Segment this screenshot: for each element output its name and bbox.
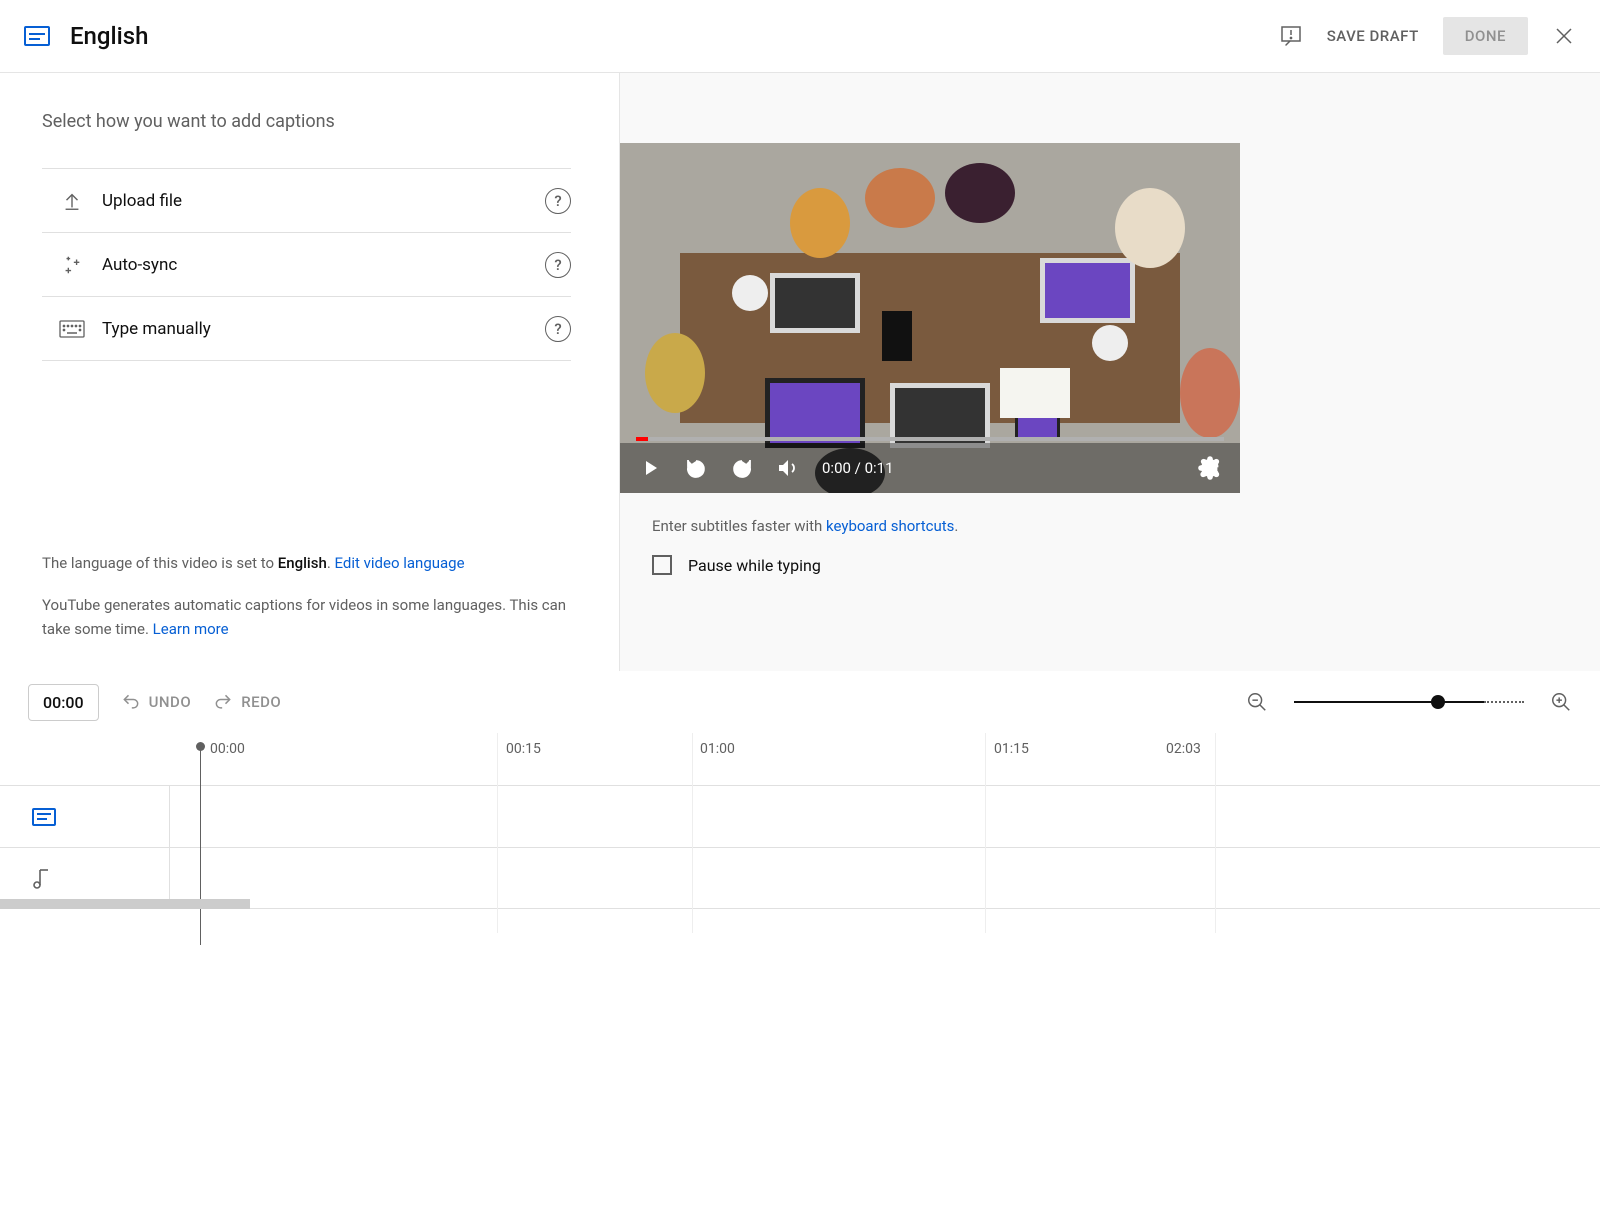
keyboard-shortcuts-link[interactable]: keyboard shortcuts <box>826 517 954 535</box>
header-left: English <box>24 22 148 50</box>
captions-track[interactable] <box>0 785 1600 847</box>
video-controls: 10 10 0:00 / 0:11 <box>620 443 1240 493</box>
captions-icon <box>24 26 50 46</box>
play-icon[interactable] <box>638 456 662 480</box>
volume-icon[interactable] <box>776 456 800 480</box>
help-icon[interactable]: ? <box>545 252 571 278</box>
zoom-controls <box>1246 691 1572 713</box>
pause-label: Pause while typing <box>688 556 821 575</box>
language-info: The language of this video is set to Eng… <box>42 551 571 671</box>
rewind-10-icon[interactable]: 10 <box>684 456 708 480</box>
option-auto-sync[interactable]: Auto-sync ? <box>42 233 571 297</box>
header: English SAVE DRAFT DONE <box>0 0 1600 73</box>
timeline-toolbar: 00:00 UNDO REDO <box>0 671 1600 733</box>
forward-10-icon[interactable]: 10 <box>730 456 754 480</box>
current-time-input[interactable]: 00:00 <box>28 684 99 721</box>
keyboard-icon <box>42 320 102 338</box>
learn-more-link[interactable]: Learn more <box>153 620 229 638</box>
option-label: Type manually <box>102 319 545 339</box>
lang-name: English <box>278 554 327 572</box>
option-type-manually[interactable]: Type manually ? <box>42 297 571 361</box>
page-title: English <box>70 22 148 50</box>
redo-button[interactable]: REDO <box>213 692 281 712</box>
timeline-tracks <box>0 785 1600 909</box>
tick-label: 02:03 <box>1166 741 1201 757</box>
tick-label: 01:00 <box>700 741 735 757</box>
tick-label: 00:00 <box>210 741 245 757</box>
timeline: 00:00 00:15 01:00 01:15 02:03 <box>0 733 1600 909</box>
timeline-ruler[interactable]: 00:00 00:15 01:00 01:15 02:03 <box>0 733 1600 785</box>
pause-checkbox[interactable] <box>652 555 672 575</box>
save-draft-button[interactable]: SAVE DRAFT <box>1327 27 1419 45</box>
help-icon[interactable]: ? <box>545 316 571 342</box>
tick-label: 01:15 <box>994 741 1029 757</box>
help-icon[interactable]: ? <box>545 188 571 214</box>
caption-prompt: Select how you want to add captions <box>42 111 571 132</box>
zoom-out-icon[interactable] <box>1246 691 1268 713</box>
option-label: Upload file <box>102 191 545 211</box>
caption-option-list: Upload file ? Auto-sync ? Type manually … <box>42 168 571 361</box>
video-preview[interactable]: 10 10 0:00 / 0:11 <box>620 143 1240 493</box>
left-column: Select how you want to add captions Uplo… <box>0 73 620 671</box>
undo-button[interactable]: UNDO <box>121 692 192 712</box>
option-label: Auto-sync <box>102 255 545 275</box>
upload-icon <box>42 190 102 212</box>
gear-icon[interactable] <box>1198 456 1222 480</box>
lang-prefix: The language of this video is set to <box>42 554 278 572</box>
done-button[interactable]: DONE <box>1443 17 1528 55</box>
tick-label: 00:15 <box>506 741 541 757</box>
option-upload-file[interactable]: Upload file ? <box>42 169 571 233</box>
close-icon[interactable] <box>1552 24 1576 48</box>
edit-language-link[interactable]: Edit video language <box>335 554 465 572</box>
zoom-slider[interactable] <box>1294 701 1484 703</box>
video-progress[interactable] <box>636 437 1224 441</box>
sparkle-icon <box>42 254 102 276</box>
feedback-icon[interactable] <box>1279 24 1303 48</box>
horizontal-scrollbar[interactable] <box>0 899 250 909</box>
header-right: SAVE DRAFT DONE <box>1279 17 1576 55</box>
playhead[interactable] <box>200 745 201 945</box>
captions-track-icon <box>0 786 170 847</box>
right-column: 10 10 0:00 / 0:11 Enter subtitles faster… <box>620 73 1600 671</box>
video-time: 0:00 / 0:11 <box>822 459 894 477</box>
auto-caption-note: YouTube generates automatic captions for… <box>42 596 566 638</box>
pause-while-typing-row: Pause while typing <box>620 535 1600 595</box>
main-area: Select how you want to add captions Uplo… <box>0 73 1600 671</box>
shortcuts-hint: Enter subtitles faster with keyboard sho… <box>620 493 1600 535</box>
zoom-in-icon[interactable] <box>1550 691 1572 713</box>
